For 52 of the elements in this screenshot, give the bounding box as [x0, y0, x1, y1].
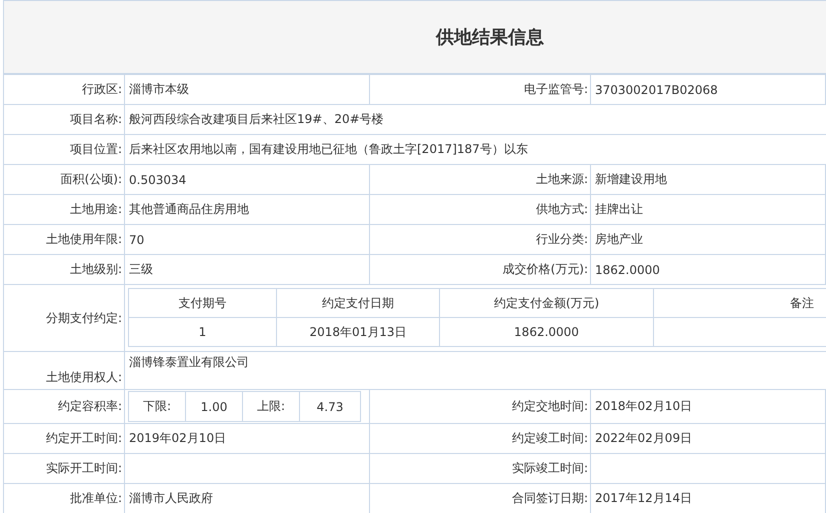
column-header: 约定支付日期	[322, 294, 394, 312]
field-value: 1.00	[200, 400, 228, 414]
field-label: 约定交地时间:	[512, 398, 588, 415]
field-value: 2022年02月09日	[595, 430, 692, 447]
field-value: 挂牌出让	[595, 201, 643, 218]
field-label: 行政区:	[82, 81, 122, 98]
field-label: 项目位置:	[70, 141, 122, 158]
field-label: 行业分类:	[536, 231, 588, 248]
field-label: 成交价格(万元):	[502, 261, 588, 278]
field-label: 下限:	[142, 398, 172, 415]
field-label: 实际开工时间:	[46, 460, 122, 477]
field-label: 土地级别:	[70, 261, 122, 278]
column-header: 备注	[790, 294, 814, 312]
field-label: 项目名称:	[70, 111, 122, 128]
field-value: 4.73	[316, 400, 344, 414]
table-cell: 2018年01月13日	[309, 324, 407, 340]
field-label: 上限:	[256, 398, 286, 415]
field-value: 房地产业	[595, 231, 643, 248]
field-value: 新增建设用地	[595, 171, 667, 188]
page-title: 供地结果信息	[436, 26, 544, 49]
field-label: 土地用途:	[70, 201, 122, 218]
field-value: 淄博锋泰置业有限公司	[129, 354, 249, 371]
field-label: 供地方式:	[536, 201, 588, 218]
field-value: 3703002017B02068	[595, 82, 718, 96]
table-cell: 1862.0000	[514, 325, 579, 339]
field-value: 1862.0000	[595, 262, 660, 276]
field-label: 约定开工时间:	[46, 430, 122, 447]
field-value: 2018年02月10日	[595, 398, 692, 415]
field-value: 2019年02月10日	[129, 430, 226, 447]
column-header: 支付期号	[178, 294, 226, 312]
field-label: 土地来源:	[536, 171, 588, 188]
column-header: 约定支付金额(万元)	[494, 294, 600, 312]
field-label: 约定竣工时间:	[512, 430, 588, 447]
field-value: 淄博市本级	[129, 81, 189, 98]
field-value: 其他普通商品住房用地	[129, 201, 249, 218]
field-label: 合同签订日期:	[512, 490, 588, 507]
table-cell: 1	[198, 325, 206, 339]
field-label: 土地使用年限:	[46, 231, 122, 248]
field-value: 0.503034	[129, 172, 186, 186]
field-label: 批准单位:	[70, 490, 122, 507]
field-label: 面积(公顷):	[60, 171, 122, 188]
field-label: 分期支付约定:	[46, 310, 122, 326]
field-label: 实际竣工时间:	[512, 460, 588, 477]
field-value: 三级	[129, 261, 153, 278]
field-label: 约定容积率:	[58, 398, 122, 415]
field-label: 土地使用权人:	[46, 369, 122, 386]
field-label: 电子监管号:	[524, 81, 588, 98]
field-value: 后来社区农用地以南，国有建设用地已征地（鲁政土字[2017]187号）以东	[129, 141, 528, 158]
field-value: 淄博市人民政府	[129, 490, 213, 507]
field-value: 般河西段综合改建项目后来社区19#、20#号楼	[129, 111, 384, 128]
field-value: 70	[129, 232, 144, 246]
field-value: 2017年12月14日	[595, 490, 692, 507]
